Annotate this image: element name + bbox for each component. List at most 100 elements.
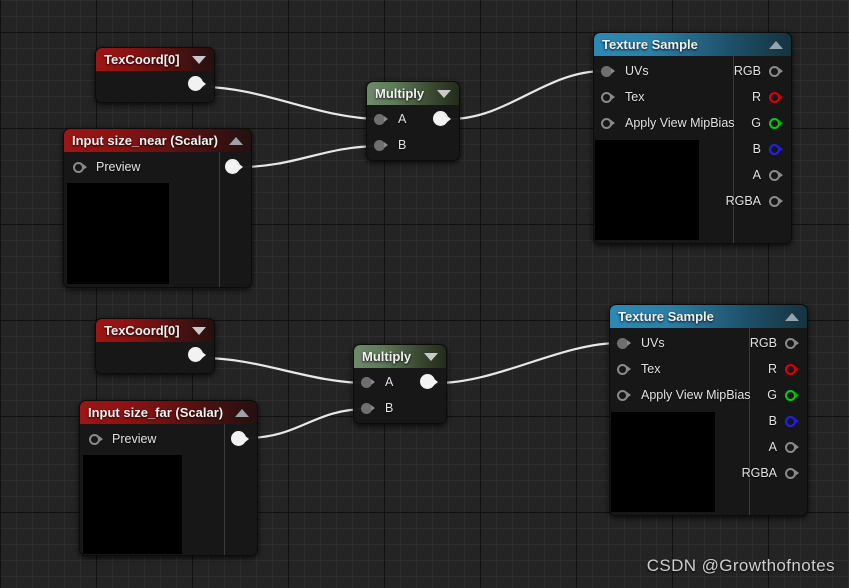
output-pin-input-size-near[interactable] xyxy=(225,158,243,174)
input-row-uvs[interactable]: UVs xyxy=(601,60,649,82)
output-pin-rgb[interactable] xyxy=(769,65,783,77)
node-header-texture-sample-far[interactable]: Texture Sample xyxy=(610,305,807,328)
output-row-r[interactable]: R xyxy=(752,86,783,108)
chevron-down-icon[interactable] xyxy=(437,89,451,98)
node-body xyxy=(96,342,214,373)
input-row-uvs[interactable]: UVs xyxy=(617,332,665,354)
input-pin-b[interactable] xyxy=(374,139,388,151)
node-header-texture-sample-near[interactable]: Texture Sample xyxy=(594,33,791,56)
input-label-a: A xyxy=(398,112,407,126)
output-row-input-size-near xyxy=(225,158,243,174)
node-header-texcoord-far[interactable]: TexCoord[0] xyxy=(96,319,214,342)
chevron-down-icon[interactable] xyxy=(424,352,438,361)
node-title: Multiply xyxy=(375,86,425,101)
node-body: Preview xyxy=(80,424,257,555)
node-texcoord-far[interactable]: TexCoord[0] xyxy=(95,318,215,374)
output-pin-rgba[interactable] xyxy=(785,467,799,479)
wire-texcoord-near-to-multiply-a xyxy=(201,85,382,121)
node-multiply-far[interactable]: Multiply A B xyxy=(353,344,447,424)
output-row-b[interactable]: B xyxy=(769,410,799,432)
input-row-multiply-a[interactable]: A xyxy=(374,108,406,130)
output-pin-g[interactable] xyxy=(785,389,799,401)
output-row-a[interactable]: A xyxy=(753,164,783,186)
output-label-b: B xyxy=(768,414,777,428)
chevron-up-icon[interactable] xyxy=(229,136,243,145)
input-row-tex[interactable]: Tex xyxy=(617,358,660,380)
output-pin-a[interactable] xyxy=(785,441,799,453)
output-label-g: G xyxy=(767,388,777,402)
chevron-up-icon[interactable] xyxy=(769,40,783,49)
output-pin-multiply-far[interactable] xyxy=(420,373,438,389)
node-input-size-near[interactable]: Input size_near (Scalar) Preview xyxy=(63,128,252,288)
input-row-multiply-b[interactable]: B xyxy=(374,134,406,156)
output-pin-g[interactable] xyxy=(769,117,783,129)
output-pin-b[interactable] xyxy=(785,415,799,427)
output-row-a[interactable]: A xyxy=(769,436,799,458)
output-row-rgba[interactable]: RGBA xyxy=(726,190,783,212)
input-pin-preview[interactable] xyxy=(89,433,103,445)
input-pin-a[interactable] xyxy=(361,376,375,388)
output-pin-r[interactable] xyxy=(785,363,799,375)
input-pin-tex[interactable] xyxy=(617,363,631,375)
input-row-mipbias[interactable]: Apply View MipBias xyxy=(617,384,751,406)
node-title: Texture Sample xyxy=(602,37,698,52)
input-row-multiply2-a[interactable]: A xyxy=(361,371,393,393)
output-row-multiply-far xyxy=(420,373,438,389)
output-pin-multiply-near[interactable] xyxy=(433,110,451,126)
output-row-rgb[interactable]: RGB xyxy=(734,60,783,82)
node-header-input-size-far[interactable]: Input size_far (Scalar) xyxy=(80,401,257,424)
preview-swatch-far xyxy=(83,455,182,554)
output-row-g[interactable]: G xyxy=(751,112,783,134)
node-header-multiply-far[interactable]: Multiply xyxy=(354,345,446,368)
input-pin-b[interactable] xyxy=(361,402,375,414)
input-pin-preview[interactable] xyxy=(73,161,87,173)
output-row-texcoord-far xyxy=(188,345,206,363)
input-row-mipbias[interactable]: Apply View MipBias xyxy=(601,112,735,134)
node-texture-sample-far[interactable]: Texture Sample UVs Tex Apply View MipBia… xyxy=(609,304,808,516)
output-row-r[interactable]: R xyxy=(768,358,799,380)
output-pin-a[interactable] xyxy=(769,169,783,181)
input-row-preview-far[interactable]: Preview xyxy=(89,428,156,450)
output-label-rgb: RGB xyxy=(733,64,761,78)
input-label-apply-view-mipbias: Apply View MipBias xyxy=(641,388,751,402)
input-row-preview[interactable]: Preview xyxy=(73,156,140,178)
chevron-down-icon[interactable] xyxy=(192,326,206,335)
output-pin-texcoord-far[interactable] xyxy=(188,346,206,362)
output-pin-rgba[interactable] xyxy=(769,195,783,207)
node-texture-sample-near[interactable]: Texture Sample UVs Tex Apply View MipBia… xyxy=(593,32,792,244)
node-header-texcoord-near[interactable]: TexCoord[0] xyxy=(96,48,214,71)
input-pin-apply-view-mipbias[interactable] xyxy=(601,117,615,129)
material-graph-canvas[interactable]: TexCoord[0] Input size_near (Scalar) Pre… xyxy=(0,0,849,588)
input-pin-tex[interactable] xyxy=(601,91,615,103)
output-row-rgba[interactable]: RGBA xyxy=(742,462,799,484)
node-header-multiply-near[interactable]: Multiply xyxy=(367,82,459,105)
node-body: A B xyxy=(367,105,459,160)
input-row-tex[interactable]: Tex xyxy=(601,86,644,108)
input-pin-apply-view-mipbias[interactable] xyxy=(617,389,631,401)
input-pin-uvs[interactable] xyxy=(601,65,615,77)
node-input-size-far[interactable]: Input size_far (Scalar) Preview xyxy=(79,400,258,556)
output-row-g[interactable]: G xyxy=(767,384,799,406)
output-row-b[interactable]: B xyxy=(753,138,783,160)
input-label-b: B xyxy=(398,138,407,152)
node-multiply-near[interactable]: Multiply A B xyxy=(366,81,460,161)
output-label-rgba: RGBA xyxy=(725,194,761,208)
output-pin-rgb[interactable] xyxy=(785,337,799,349)
output-pin-b[interactable] xyxy=(769,143,783,155)
output-row-rgb[interactable]: RGB xyxy=(750,332,799,354)
node-header-input-size-near[interactable]: Input size_near (Scalar) xyxy=(64,129,251,152)
input-pin-a[interactable] xyxy=(374,113,388,125)
input-pin-uvs[interactable] xyxy=(617,337,631,349)
input-row-multiply2-b[interactable]: B xyxy=(361,397,393,419)
node-texcoord-near[interactable]: TexCoord[0] xyxy=(95,47,215,103)
chevron-up-icon[interactable] xyxy=(785,312,799,321)
wire-input-near-to-multiply-b xyxy=(238,144,382,169)
output-pin-texcoord-near[interactable] xyxy=(188,75,206,91)
input-label-b: B xyxy=(385,401,394,415)
node-body: Preview xyxy=(64,152,251,287)
chevron-up-icon[interactable] xyxy=(235,408,249,417)
node-body: UVs Tex Apply View MipBias RGB R G B A R… xyxy=(594,56,791,243)
output-pin-r[interactable] xyxy=(769,91,783,103)
chevron-down-icon[interactable] xyxy=(192,55,206,64)
output-pin-input-size-far[interactable] xyxy=(231,430,249,446)
